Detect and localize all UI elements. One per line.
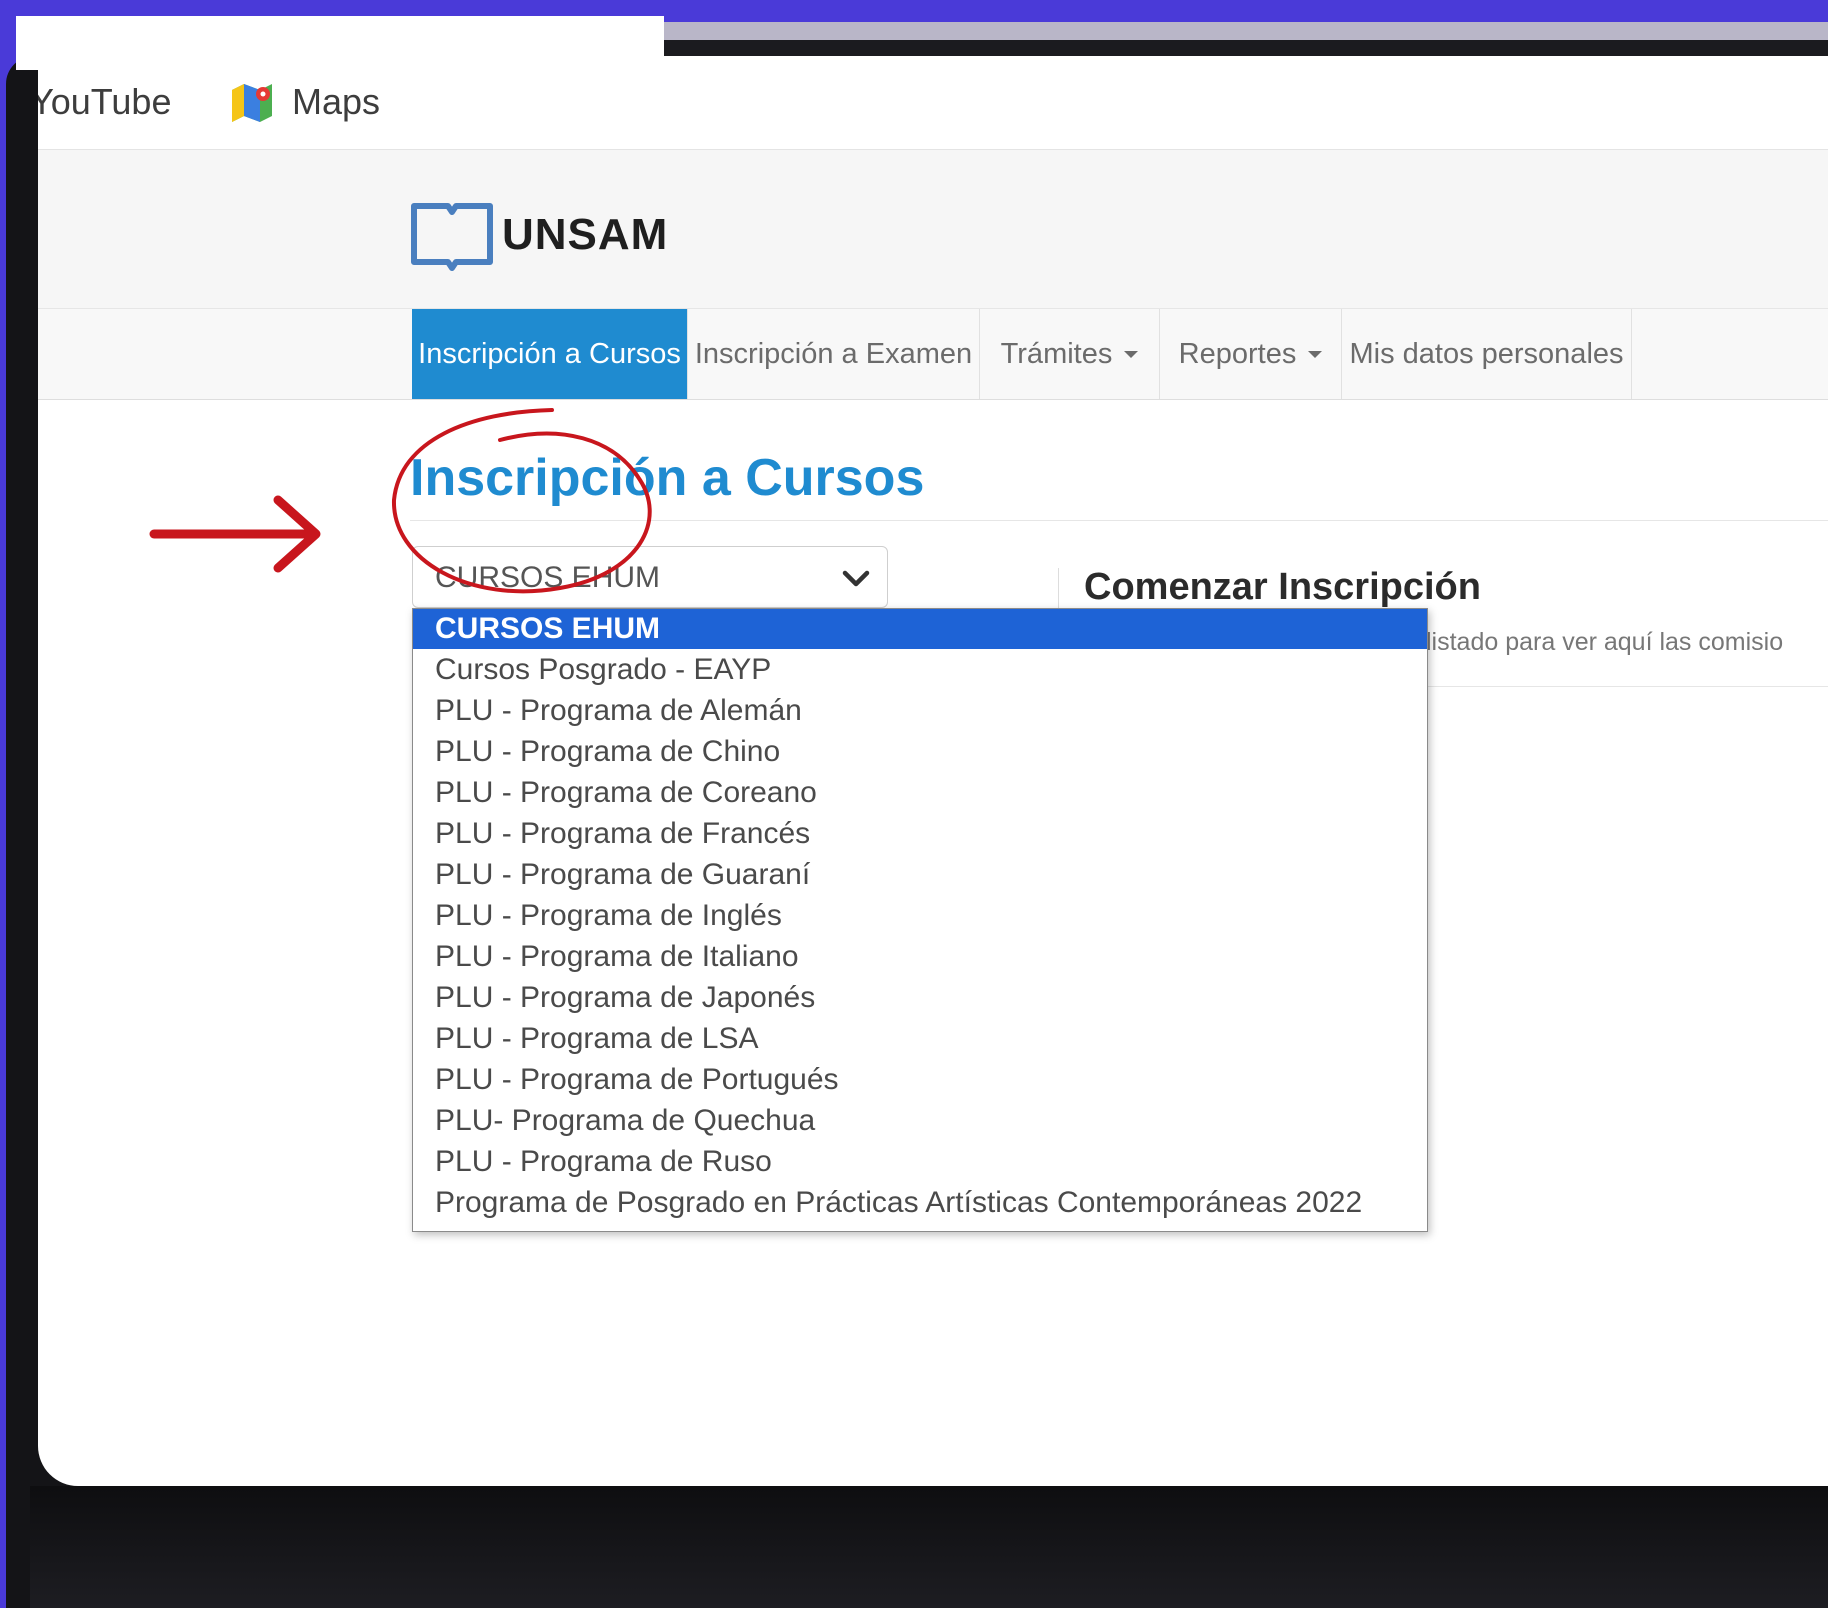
- page-title: Inscripción a Cursos: [410, 449, 925, 507]
- book-icon: [411, 203, 493, 271]
- dropdown-option[interactable]: PLU - Programa de Coreano: [413, 772, 1427, 813]
- nav-tramites-dropdown[interactable]: Trámites: [980, 309, 1160, 399]
- course-dropdown-list: CURSOS EHUM Cursos Posgrado - EAYP PLU -…: [412, 608, 1428, 1232]
- dropdown-option[interactable]: PLU - Programa de Italiano: [413, 936, 1427, 977]
- dropdown-option[interactable]: Cursos Posgrado - EAYP: [413, 649, 1427, 690]
- caret-down-icon: [1124, 350, 1139, 358]
- nav-reportes-dropdown[interactable]: Reportes: [1160, 309, 1342, 399]
- dropdown-option[interactable]: PLU - Programa de Portugués: [413, 1059, 1427, 1100]
- bookmarks-bar: YouTube Maps: [38, 56, 1828, 150]
- nav-inscripcion-cursos-label: Inscripción a Cursos: [418, 337, 681, 370]
- course-select[interactable]: CURSOS EHUM: [412, 546, 888, 608]
- nav-inscripcion-examen[interactable]: Inscripción a Examen: [688, 309, 980, 399]
- nav-inscripcion-examen-label: Inscripción a Examen: [694, 337, 973, 370]
- main-navbar: Inscripción a Cursos Inscripción a Exame…: [38, 308, 1828, 400]
- chevron-down-icon: [842, 570, 870, 587]
- bookmark-youtube-label: YouTube: [38, 81, 172, 122]
- maps-icon: [230, 82, 274, 122]
- browser-screen: YouTube Maps UNSAM Inscripción a Cursos: [38, 56, 1828, 1486]
- dropdown-option[interactable]: PLU - Programa de Francés: [413, 813, 1427, 854]
- nav-mis-datos[interactable]: Mis datos personales: [1342, 309, 1632, 399]
- bookmark-maps[interactable]: Maps: [230, 70, 380, 134]
- dropdown-option[interactable]: PLU - Programa de LSA: [413, 1018, 1427, 1059]
- site-logo-text: UNSAM: [502, 210, 669, 259]
- bookmark-maps-label: Maps: [292, 81, 381, 122]
- dropdown-option[interactable]: PLU- Programa de Quechua: [413, 1100, 1427, 1141]
- device-bezel-bottom: [30, 1486, 1828, 1608]
- panel-divider-bottom: [1426, 686, 1828, 687]
- nav-tramites-label: Trámites: [1000, 337, 1113, 370]
- browser-tab-blank: [16, 16, 664, 70]
- nav-reportes-label: Reportes: [1178, 337, 1297, 370]
- bookmark-youtube[interactable]: YouTube: [38, 70, 171, 134]
- title-divider: [410, 520, 1828, 521]
- dropdown-option[interactable]: PLU - Programa de Inglés: [413, 895, 1427, 936]
- panel-title: Comenzar Inscripción: [1084, 566, 1481, 608]
- dropdown-option[interactable]: Programa de Posgrado en Prácticas Artíst…: [413, 1182, 1427, 1223]
- dropdown-option[interactable]: PLU - Programa de Ruso: [413, 1141, 1427, 1182]
- nav-inscripcion-cursos[interactable]: Inscripción a Cursos: [412, 309, 688, 399]
- dropdown-option[interactable]: PLU - Programa de Chino: [413, 731, 1427, 772]
- panel-help-text: listado para ver aquí las comisio: [1426, 628, 1784, 656]
- caret-down-icon: [1308, 350, 1323, 358]
- dropdown-option[interactable]: CURSOS EHUM: [413, 609, 1427, 649]
- dropdown-option[interactable]: PLU - Programa de Alemán: [413, 690, 1427, 731]
- window-strip: [664, 22, 1828, 40]
- nav-mis-datos-label: Mis datos personales: [1349, 337, 1624, 370]
- dropdown-option[interactable]: PLU - Programa de Guaraní: [413, 854, 1427, 895]
- course-select-value: CURSOS EHUM: [435, 561, 661, 594]
- dropdown-option[interactable]: PLU - Programa de Japonés: [413, 977, 1427, 1018]
